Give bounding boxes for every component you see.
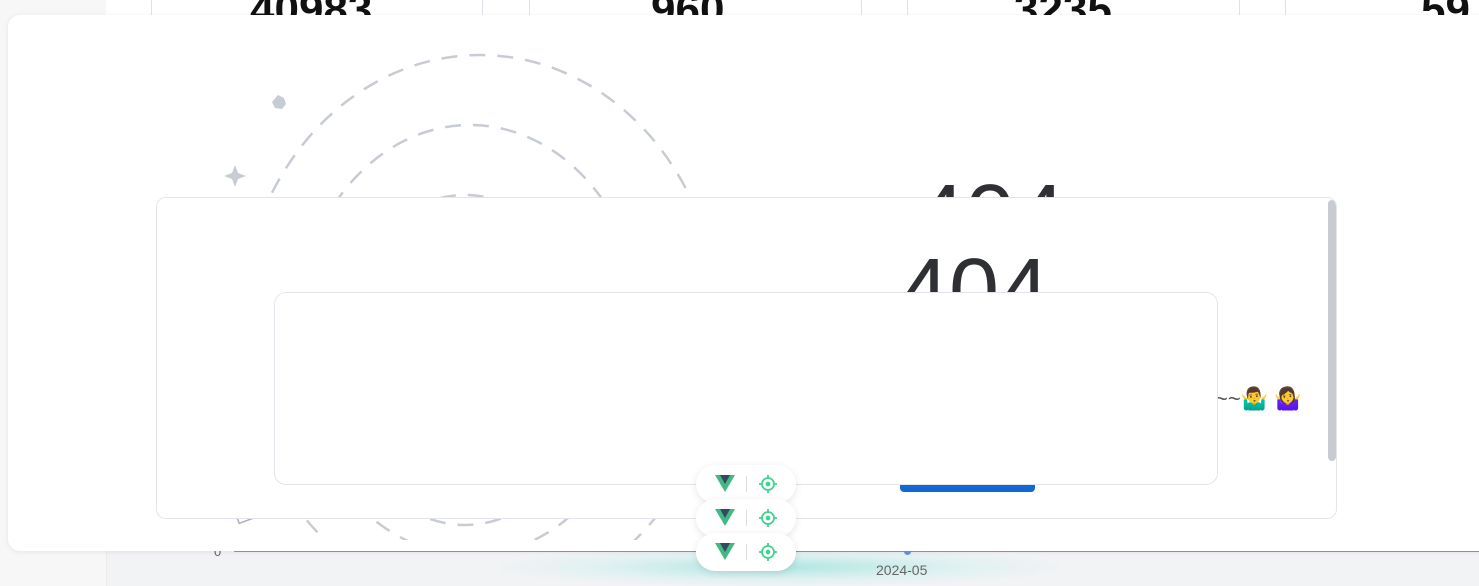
chart-x-axis (234, 551, 1479, 552)
vue-logo-icon[interactable] (714, 507, 736, 529)
not-found-modal-inner (274, 292, 1218, 485)
scrollbar-thumb[interactable] (1328, 200, 1336, 461)
vue-logo-icon[interactable] (714, 473, 736, 495)
crosshair-target-icon[interactable] (757, 541, 779, 563)
chart-x-tick-label: 2024-05 (876, 562, 928, 578)
error-message-tail: ~~🤷‍♂️ 🤷‍♀️ (1215, 386, 1302, 411)
crosshair-target-icon[interactable] (757, 507, 779, 529)
vue-devtools-toggle[interactable] (696, 465, 796, 503)
vue-logo-icon[interactable] (714, 541, 736, 563)
crosshair-target-icon[interactable] (757, 473, 779, 495)
vue-devtools-toggle[interactable] (696, 533, 796, 571)
vue-devtools-toggle[interactable] (696, 499, 796, 537)
